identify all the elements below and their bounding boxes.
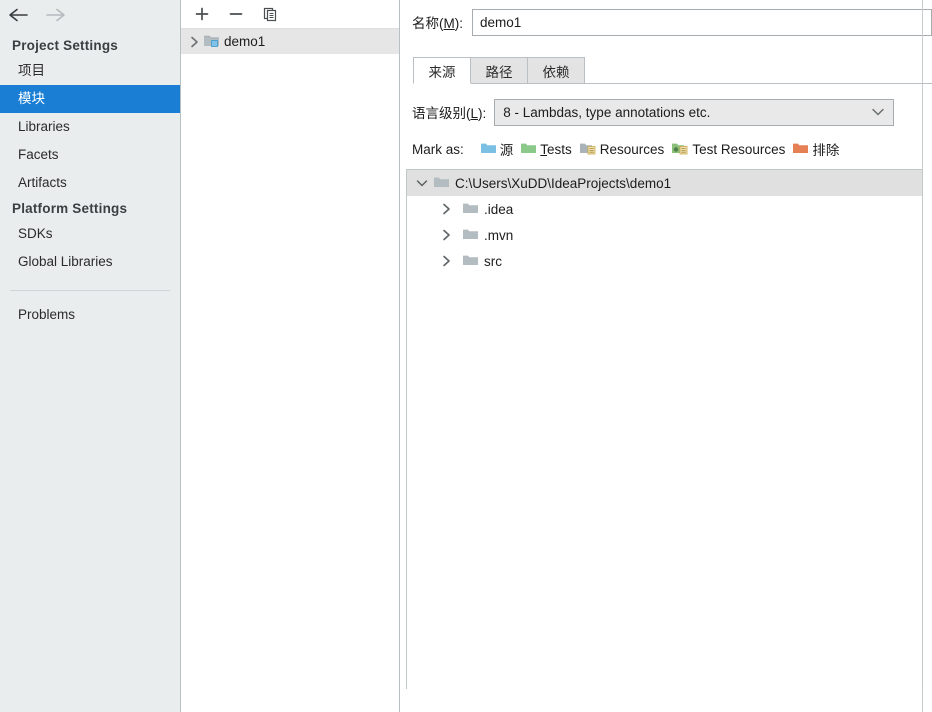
- sidebar-item-facets[interactable]: Facets: [0, 141, 180, 169]
- content-tree-label-idea: .idea: [484, 201, 514, 217]
- module-folder-icon: [203, 33, 220, 51]
- language-level-row: 语言级别(L): 8 - Lambdas, type annotations e…: [400, 92, 932, 132]
- sidebar-item-problems[interactable]: Problems: [0, 301, 180, 329]
- mark-as-label: Mark as:: [412, 141, 464, 157]
- settings-sidebar: Project Settings 项目 模块 Libraries Facets …: [0, 0, 181, 712]
- copy-icon: [263, 7, 276, 21]
- sidebar-sections: Project Settings 项目 模块 Libraries Facets …: [0, 30, 180, 329]
- mark-as-row: Mark as: 源 Tests Resources Test Resource…: [400, 135, 932, 163]
- add-module-button[interactable]: [193, 5, 211, 23]
- folder-tests-icon: [520, 141, 537, 158]
- language-level-select[interactable]: 8 - Lambdas, type annotations etc.: [494, 98, 895, 126]
- mark-as-resources-button[interactable]: Resources: [577, 140, 670, 159]
- sidebar-item-sdks[interactable]: SDKs: [0, 220, 180, 248]
- sidebar-group-title-project: Project Settings: [12, 38, 118, 53]
- sidebar-navigation-arrows: [0, 0, 180, 30]
- sidebar-item-project[interactable]: 项目: [0, 57, 180, 85]
- module-list-toolbar: [181, 0, 399, 29]
- chevron-right-icon[interactable]: [435, 224, 457, 246]
- minus-icon: [229, 13, 243, 15]
- chevron-down-icon[interactable]: [411, 172, 433, 194]
- folder-icon: [462, 227, 479, 244]
- language-level-label: 语言级别(L):: [412, 106, 487, 121]
- module-name-input[interactable]: [472, 8, 932, 36]
- sidebar-item-modules[interactable]: 模块: [0, 85, 180, 113]
- tab-dependencies[interactable]: 依赖: [527, 57, 585, 84]
- chevron-down-icon: [871, 107, 885, 117]
- arrow-right-icon: [46, 8, 65, 22]
- folder-icon: [433, 175, 450, 192]
- folder-resources-icon: [579, 141, 597, 158]
- folder-sources-icon: [480, 141, 497, 158]
- module-details-panel: 名称(M): 来源 路径 依赖 语言级别(L): 8 - Lambdas, ty…: [400, 0, 932, 712]
- module-name-field-label: 名称(M):: [412, 16, 463, 31]
- chevron-right-icon[interactable]: [435, 198, 457, 220]
- mark-as-excluded-button[interactable]: 排除: [790, 138, 844, 160]
- project-structure-dialog: Project Settings 项目 模块 Libraries Facets …: [0, 0, 932, 712]
- mark-as-resources-label: Resources: [599, 141, 665, 157]
- sidebar-item-global-libraries[interactable]: Global Libraries: [0, 248, 180, 276]
- content-tree-row-src[interactable]: src: [407, 248, 922, 274]
- module-detail-tabs: 来源 路径 依赖: [413, 56, 932, 84]
- content-tree-label-mvn: .mvn: [484, 227, 514, 243]
- sidebar-item-libraries[interactable]: Libraries: [0, 113, 180, 141]
- module-tree: demo1: [181, 29, 399, 54]
- sidebar-group-title-platform: Platform Settings: [12, 201, 128, 216]
- mark-as-tests-button[interactable]: Tests: [518, 140, 577, 159]
- content-root-tree: C:\Users\XuDD\IdeaProjects\demo1 .idea .…: [406, 169, 923, 689]
- mark-as-excluded-label: 排除: [812, 143, 840, 158]
- tab-sources[interactable]: 来源: [413, 57, 471, 84]
- module-list-panel: demo1: [181, 0, 400, 712]
- module-name-label: demo1: [224, 34, 266, 49]
- module-tree-row-demo1[interactable]: demo1: [181, 29, 399, 54]
- copy-module-button[interactable]: [261, 5, 279, 23]
- plus-icon: [195, 7, 209, 21]
- content-root-path-label: C:\Users\XuDD\IdeaProjects\demo1: [455, 175, 672, 191]
- module-name-row: 名称(M):: [400, 0, 932, 44]
- folder-excluded-icon: [792, 141, 809, 158]
- content-tree-row-mvn[interactable]: .mvn: [407, 222, 922, 248]
- chevron-right-icon[interactable]: [185, 33, 203, 51]
- mark-as-test-resources-label: Test Resources: [692, 141, 786, 157]
- content-tree-label-src: src: [484, 253, 502, 269]
- folder-icon: [462, 253, 479, 270]
- language-level-value: 8 - Lambdas, type annotations etc.: [503, 104, 711, 120]
- mark-as-test-resources-button[interactable]: Test Resources: [669, 140, 790, 159]
- tab-paths[interactable]: 路径: [470, 57, 528, 84]
- chevron-right-icon[interactable]: [435, 250, 457, 272]
- forward-button[interactable]: [44, 4, 68, 26]
- back-button[interactable]: [6, 4, 30, 26]
- arrow-left-icon: [9, 8, 28, 22]
- mark-as-sources-button[interactable]: 源: [478, 138, 519, 160]
- folder-icon: [462, 201, 479, 218]
- folder-test-resources-icon: [671, 141, 689, 158]
- content-tree-row-root[interactable]: C:\Users\XuDD\IdeaProjects\demo1: [407, 170, 922, 196]
- sidebar-item-artifacts[interactable]: Artifacts: [0, 169, 180, 197]
- remove-module-button[interactable]: [227, 5, 245, 23]
- mark-as-tests-label: Tests: [540, 141, 572, 157]
- mark-as-sources-label: 源: [499, 143, 514, 158]
- sidebar-divider: [10, 290, 170, 291]
- content-tree-row-idea[interactable]: .idea: [407, 196, 922, 222]
